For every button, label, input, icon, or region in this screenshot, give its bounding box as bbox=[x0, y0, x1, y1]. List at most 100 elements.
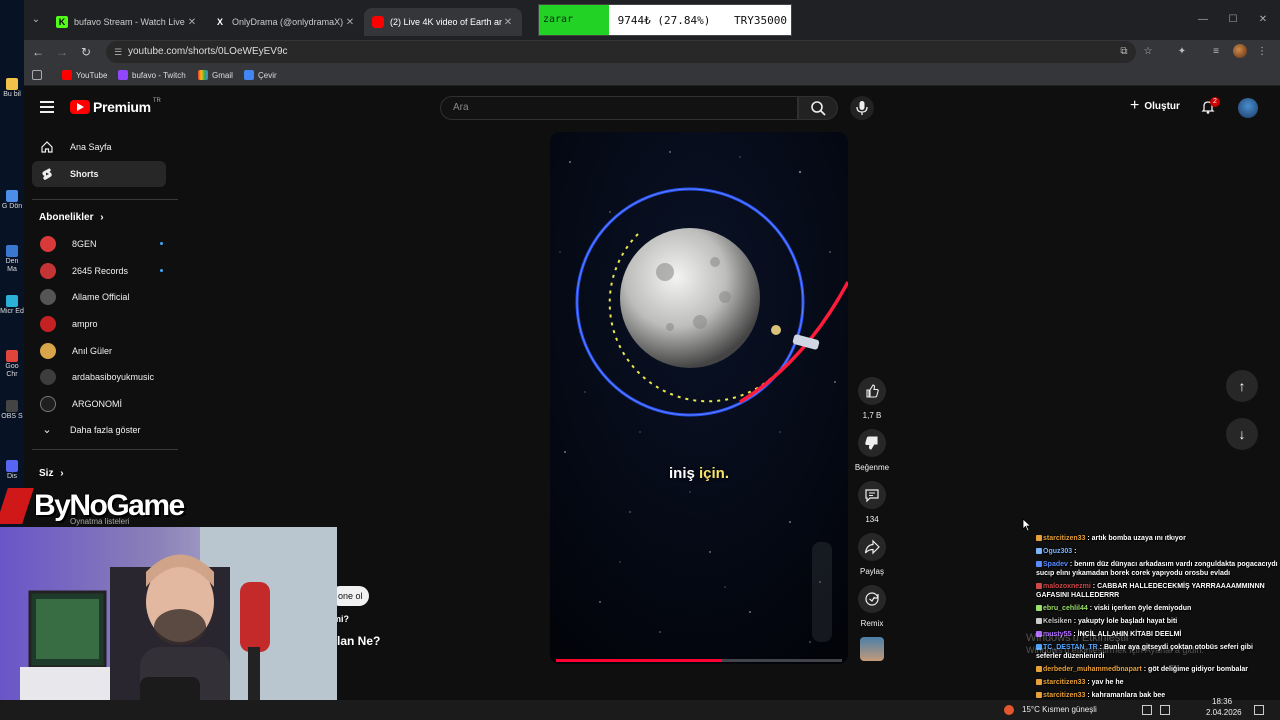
browser-profile-avatar[interactable] bbox=[1233, 44, 1247, 58]
subscriptions-title: Abonelikler bbox=[39, 212, 94, 223]
voice-search-button[interactable] bbox=[850, 96, 874, 120]
desktop-icon-label: Micr Ed bbox=[0, 308, 24, 315]
bynogame-logo-overlay: ByNoGame bbox=[0, 488, 185, 524]
sidebar-subscription-8gen[interactable]: 8GEN bbox=[32, 231, 166, 257]
chat-separator: : bbox=[1072, 548, 1077, 555]
shorts-video-player[interactable]: iniş için. bbox=[550, 132, 848, 664]
sidebar-subscription-ampro[interactable]: ampro bbox=[32, 311, 166, 337]
subscriptions-heading[interactable]: Abonelikler › bbox=[39, 212, 104, 223]
account-avatar[interactable] bbox=[1238, 98, 1258, 118]
tab-youtube-live[interactable]: (2) Live 4K video of Earth and s ✕ bbox=[364, 8, 522, 36]
channel-name: Allame Official bbox=[72, 292, 130, 302]
you-heading[interactable]: Siz › bbox=[39, 468, 64, 479]
extensions-icon[interactable]: ✦ bbox=[1174, 44, 1190, 60]
tab-search-icon[interactable]: ⌄ bbox=[28, 12, 44, 28]
sidebar-subscription-argonomi[interactable]: ARGONOMİ bbox=[32, 391, 166, 417]
media-control-icon[interactable]: ≡ bbox=[1208, 44, 1224, 60]
close-tab-icon[interactable]: ✕ bbox=[344, 17, 356, 28]
channel-avatar bbox=[40, 369, 56, 385]
chat-username: starcitizen33 bbox=[1043, 692, 1086, 699]
bookmark-label: YouTube bbox=[76, 70, 108, 80]
desktop-icon-label: Bu bil bbox=[3, 91, 21, 98]
sidebar-divider bbox=[32, 449, 178, 450]
sound-thumbnail[interactable] bbox=[860, 637, 884, 661]
share-button[interactable]: Paylaş bbox=[858, 533, 886, 576]
address-bar[interactable]: ☰ youtube.com/shorts/0LOeWEyEV9c bbox=[106, 41, 1136, 63]
tab-x[interactable]: X OnlyDrama (@onlydramaX) / X ✕ bbox=[206, 8, 364, 36]
bookmark-translate[interactable]: Çevir bbox=[244, 68, 277, 82]
maximize-icon[interactable]: ☐ bbox=[1226, 14, 1240, 25]
notification-center-icon[interactable] bbox=[1254, 705, 1264, 715]
bookmark-star-icon[interactable]: ☆ bbox=[1140, 44, 1156, 60]
bookmark-gmail[interactable]: Gmail bbox=[198, 68, 233, 82]
clock-time[interactable]: 18:36 bbox=[1212, 697, 1232, 706]
live-dot-icon bbox=[160, 242, 163, 245]
create-button[interactable]: + Oluştur bbox=[1130, 98, 1180, 114]
clock-date[interactable]: 2.04.2026 bbox=[1206, 708, 1242, 717]
sidebar-item-shorts[interactable]: Shorts bbox=[32, 161, 166, 187]
chat-username: starcitizen33 bbox=[1043, 679, 1086, 686]
cast-icon[interactable]: ⧉ bbox=[1116, 44, 1132, 60]
weather-text[interactable]: 15°C Kısmen güneşli bbox=[1022, 705, 1097, 714]
sidebar-show-more[interactable]: ⌄ Daha fazla göster bbox=[32, 417, 166, 443]
arrow-up-icon: ↑ bbox=[1238, 378, 1246, 394]
channel-avatar bbox=[40, 289, 56, 305]
x-icon: X bbox=[216, 17, 223, 27]
menu-dots-icon[interactable]: ⋮ bbox=[1254, 44, 1270, 60]
desktop-icon[interactable]: Dis bbox=[0, 460, 24, 481]
chat-username: ebru_cehlil44 bbox=[1043, 605, 1088, 612]
back-icon[interactable]: ← bbox=[30, 44, 46, 60]
search-button[interactable] bbox=[798, 96, 838, 120]
tab-bar: ⌄ K bufavo Stream - Watch Live on ✕ X On… bbox=[24, 0, 1280, 40]
kick-icon: K bbox=[56, 16, 68, 28]
chat-message: starcitizen33 : artık bomba uzaya ını ıt… bbox=[1036, 534, 1280, 543]
chat-username: Kelsiken bbox=[1043, 618, 1072, 625]
desktop-icon-label: Den Ma bbox=[5, 258, 19, 273]
menu-hamburger-icon[interactable] bbox=[40, 101, 54, 113]
chat-badge-icon bbox=[1036, 535, 1042, 542]
comments-button[interactable]: 134 bbox=[858, 481, 886, 524]
channel-name: 2645 Records bbox=[72, 266, 129, 276]
ticker-status: zarar bbox=[539, 5, 609, 35]
like-button[interactable]: 1,7 B bbox=[858, 377, 886, 420]
network-icon[interactable] bbox=[1142, 705, 1152, 715]
bookmark-youtube[interactable]: YouTube bbox=[62, 68, 107, 82]
forward-icon[interactable]: → bbox=[54, 44, 70, 60]
desktop-icon[interactable]: Den Ma bbox=[0, 245, 24, 274]
tab-kick[interactable]: K bufavo Stream - Watch Live on ✕ bbox=[48, 8, 206, 36]
remix-button[interactable]: Remix bbox=[858, 585, 886, 628]
sidebar-subscription-allame[interactable]: Allame Official bbox=[32, 284, 166, 310]
ticker-amount: 9744₺ (27.84%) bbox=[617, 13, 711, 27]
desktop-icon[interactable]: G Dön bbox=[0, 190, 24, 211]
channel-avatar bbox=[40, 316, 56, 332]
streamer-webcam bbox=[0, 527, 337, 720]
minimize-icon[interactable]: — bbox=[1196, 14, 1210, 25]
volume-icon[interactable] bbox=[1160, 705, 1170, 715]
sidebar-item-home[interactable]: Ana Sayfa bbox=[32, 134, 166, 160]
close-tab-icon[interactable]: ✕ bbox=[502, 17, 514, 28]
site-info-icon[interactable]: ☰ bbox=[114, 41, 122, 63]
sidebar-subscription-2645-records[interactable]: 2645 Records bbox=[32, 258, 166, 284]
desktop-icon[interactable]: OBS S bbox=[0, 400, 24, 421]
notification-count-badge: 2 bbox=[1210, 97, 1220, 107]
desktop-icon[interactable]: Micr Ed bbox=[0, 295, 24, 316]
bookmark-twitch[interactable]: bufavo - Twitch bbox=[118, 68, 186, 82]
tab-title: (2) Live 4K video of Earth and s bbox=[390, 17, 502, 27]
desktop-icon[interactable]: Goo Chr bbox=[0, 350, 24, 379]
dislike-button[interactable]: Beğenme bbox=[855, 429, 889, 472]
sidebar-subscription-ardabasi[interactable]: ardabasiboyukmusic bbox=[32, 364, 166, 390]
chat-username: Oguz303 bbox=[1043, 548, 1073, 555]
desktop-icon[interactable]: Bu bil bbox=[0, 78, 24, 99]
apps-grid-icon[interactable] bbox=[32, 68, 46, 82]
dislike-icon bbox=[865, 436, 878, 450]
desktop-icon-label: OBS S bbox=[1, 413, 23, 420]
close-window-icon[interactable]: ✕ bbox=[1256, 14, 1270, 25]
previous-short-button[interactable]: ↑ bbox=[1226, 370, 1258, 402]
youtube-premium-logo[interactable]: Premium TR bbox=[70, 98, 161, 115]
profit-ticker-overlay: zarar 9744₺ (27.84%) TRY35000 bbox=[538, 4, 792, 36]
close-tab-icon[interactable]: ✕ bbox=[186, 17, 198, 28]
next-short-button[interactable]: ↓ bbox=[1226, 418, 1258, 450]
sidebar-subscription-anil-guler[interactable]: Anıl Güler bbox=[32, 338, 166, 364]
search-input[interactable]: Ara bbox=[440, 96, 798, 120]
reload-icon[interactable]: ↻ bbox=[78, 44, 94, 60]
